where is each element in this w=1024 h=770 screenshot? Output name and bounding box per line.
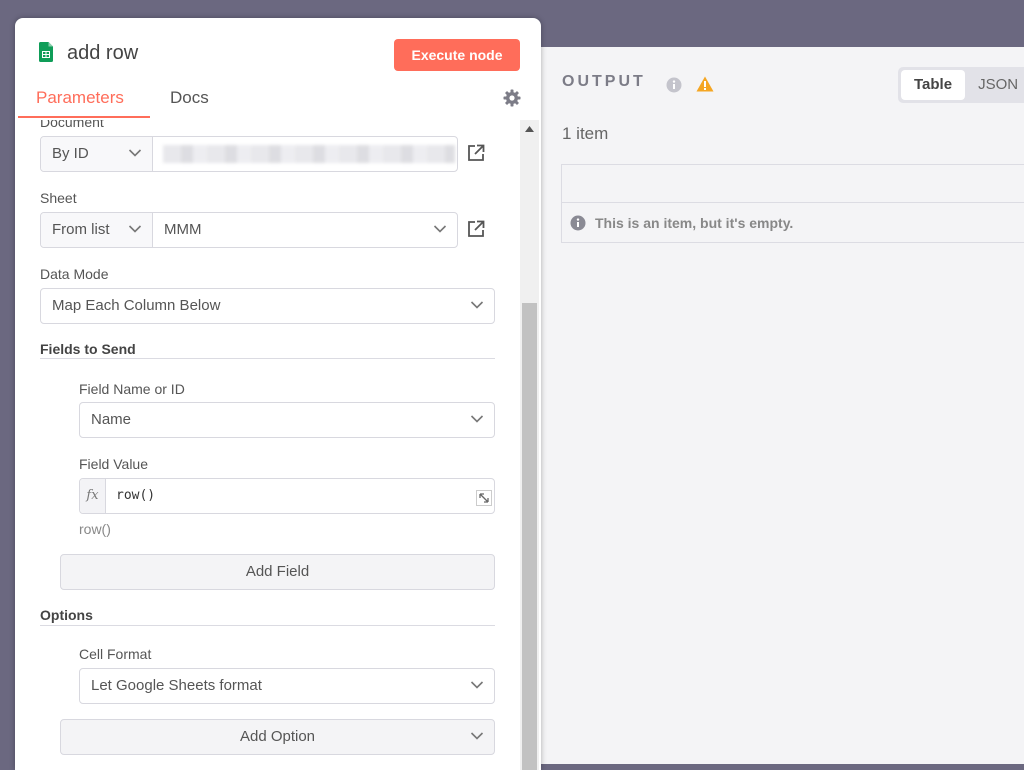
section-divider bbox=[40, 358, 495, 359]
view-toggle: Table JSON bbox=[898, 67, 1024, 103]
chevron-down-icon bbox=[128, 149, 142, 157]
output-item-header bbox=[562, 165, 1024, 203]
output-item: This is an item, but it's empty. bbox=[561, 164, 1024, 243]
cell-format-label: Cell Format bbox=[79, 646, 152, 662]
active-tab-underline bbox=[18, 116, 150, 118]
sheet-mode-value: From list bbox=[52, 221, 110, 238]
chevron-down-icon bbox=[470, 681, 484, 689]
output-title: OUTPUT bbox=[562, 73, 646, 90]
fields-to-send-title: Fields to Send bbox=[40, 341, 136, 357]
warning-icon[interactable] bbox=[696, 76, 714, 97]
panel-tabs: Parameters Docs bbox=[15, 80, 541, 120]
tab-docs[interactable]: Docs bbox=[170, 88, 209, 108]
data-mode-label: Data Mode bbox=[40, 266, 109, 282]
gear-icon[interactable] bbox=[503, 89, 521, 112]
field-value-preview: row() bbox=[79, 521, 111, 537]
chevron-down-icon bbox=[433, 225, 447, 233]
info-icon[interactable] bbox=[666, 77, 682, 98]
field-value-text: row() bbox=[116, 488, 156, 503]
document-field: By ID bbox=[40, 136, 458, 172]
add-option-button[interactable]: Add Option bbox=[60, 719, 495, 755]
empty-message-text: This is an item, but it's empty. bbox=[595, 214, 794, 231]
scrollbar-thumb[interactable] bbox=[522, 303, 537, 770]
parameters-area: Document By ID Sheet From list MMM Data … bbox=[15, 120, 520, 770]
document-mode-value: By ID bbox=[52, 145, 89, 162]
document-label: Document bbox=[40, 120, 104, 130]
external-link-icon[interactable] bbox=[467, 220, 485, 243]
sheet-select[interactable]: MMM bbox=[153, 213, 457, 247]
table-view-button[interactable]: Table bbox=[901, 70, 966, 100]
section-divider bbox=[40, 625, 495, 626]
chevron-down-icon bbox=[470, 415, 484, 423]
fx-badge: fx bbox=[80, 479, 106, 513]
chevron-down-icon bbox=[470, 301, 484, 309]
external-link-icon[interactable] bbox=[467, 144, 485, 167]
options-title: Options bbox=[40, 607, 93, 623]
sheet-field: From list MMM bbox=[40, 212, 458, 248]
document-mode-select[interactable]: By ID bbox=[41, 137, 153, 171]
item-count: 1 item bbox=[562, 124, 609, 143]
chevron-down-icon bbox=[128, 225, 142, 233]
field-name-select[interactable]: Name bbox=[79, 402, 495, 438]
add-option-label: Add Option bbox=[239, 728, 316, 745]
sheet-value: MMM bbox=[164, 221, 202, 238]
sheet-label: Sheet bbox=[40, 190, 77, 206]
info-icon bbox=[570, 215, 586, 230]
field-name-value: Name bbox=[91, 411, 132, 428]
node-settings-panel: add row Execute node Parameters Docs Doc… bbox=[15, 18, 541, 770]
execute-node-button[interactable]: Execute node bbox=[394, 39, 520, 71]
add-field-button[interactable]: Add Field bbox=[60, 554, 495, 590]
field-value-expression-input[interactable]: fx row() bbox=[79, 478, 495, 514]
empty-item-message: This is an item, but it's empty. bbox=[562, 203, 1024, 242]
scrollbar[interactable] bbox=[520, 120, 539, 770]
redacted-document-id bbox=[163, 145, 455, 163]
google-sheets-icon bbox=[39, 42, 53, 67]
field-name-label: Field Name or ID bbox=[79, 381, 185, 397]
node-title[interactable]: add row bbox=[67, 42, 138, 65]
json-view-button[interactable]: JSON bbox=[965, 70, 1024, 100]
output-pane: OUTPUT Table JSON 1 item This is an item… bbox=[540, 47, 1024, 764]
scroll-up-arrow-icon[interactable] bbox=[525, 126, 534, 132]
document-id-input[interactable] bbox=[153, 137, 457, 171]
data-mode-select[interactable]: Map Each Column Below bbox=[40, 288, 495, 324]
tab-parameters[interactable]: Parameters bbox=[36, 88, 124, 108]
sheet-mode-select[interactable]: From list bbox=[41, 213, 153, 247]
cell-format-select[interactable]: Let Google Sheets format bbox=[79, 668, 495, 704]
field-value-label: Field Value bbox=[79, 456, 149, 472]
cell-format-value: Let Google Sheets format bbox=[91, 677, 262, 694]
data-mode-value: Map Each Column Below bbox=[52, 297, 221, 314]
expand-editor-icon[interactable] bbox=[476, 490, 492, 511]
chevron-down-icon bbox=[470, 732, 484, 740]
